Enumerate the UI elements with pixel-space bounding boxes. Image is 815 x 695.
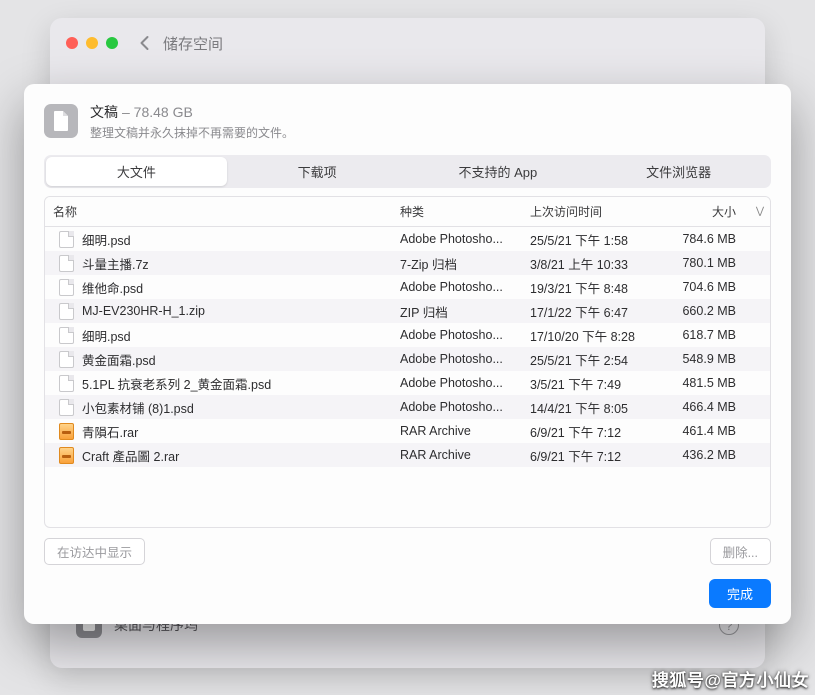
file-icon: [59, 447, 74, 464]
file-icon: [59, 399, 74, 416]
column-kind[interactable]: 种类: [392, 197, 522, 226]
file-icon: [59, 231, 74, 248]
window-title: 储存空间: [163, 33, 223, 54]
file-kind: Adobe Photosho...: [392, 322, 522, 348]
file-name: 青隕石.rar: [82, 422, 138, 441]
file-size: 660.2 MB: [662, 298, 750, 324]
close-window-button[interactable]: [66, 37, 78, 49]
file-icon: [59, 423, 74, 440]
tab-0[interactable]: 大文件: [46, 157, 227, 186]
file-size: 784.6 MB: [662, 227, 750, 252]
table-body: 细明.psdAdobe Photosho...25/5/21 下午 1:5878…: [45, 227, 770, 527]
file-kind: Adobe Photosho...: [392, 346, 522, 372]
file-name: 黄金面霜.psd: [82, 350, 156, 369]
column-size[interactable]: 大小: [662, 197, 750, 226]
document-icon: [44, 104, 78, 138]
dialog-subtitle: 整理文稿并永久抹掉不再需要的文件。: [90, 124, 294, 141]
file-size: 436.2 MB: [662, 442, 750, 468]
back-nav: 储存空间: [138, 33, 223, 54]
window-titlebar: 储存空间: [50, 18, 765, 68]
file-kind: RAR Archive: [392, 442, 522, 468]
file-name: 细明.psd: [82, 230, 131, 249]
file-size: 780.1 MB: [662, 250, 750, 276]
file-date: 6/9/21 下午 7:12: [522, 440, 662, 471]
file-name: MJ-EV230HR-H_1.zip: [82, 304, 205, 318]
file-size: 466.4 MB: [662, 394, 750, 420]
file-table: 名称 种类 上次访问时间 大小 ⋁ 细明.psd Adobe Photosho..…: [44, 196, 771, 528]
done-button[interactable]: 完成: [709, 579, 771, 608]
window-controls: [66, 37, 118, 49]
file-icon: [59, 279, 74, 296]
file-icon: [59, 303, 74, 320]
table-header: 名称 种类 上次访问时间 大小 ⋁: [45, 197, 770, 227]
file-name: 斗量主播.7z: [82, 254, 149, 273]
watermark: 搜狐号@官方小仙女: [652, 666, 809, 691]
dialog-size: – 78.48 GB: [122, 104, 193, 120]
show-in-finder-button[interactable]: 在访达中显示: [44, 538, 145, 565]
file-size: 461.4 MB: [662, 418, 750, 444]
file-size: 548.9 MB: [662, 346, 750, 372]
file-icon: [59, 255, 74, 272]
file-icon: [59, 375, 74, 392]
file-kind: Adobe Photosho...: [392, 394, 522, 420]
documents-storage-dialog: 文稿 – 78.48 GB 整理文稿并永久抹掉不再需要的文件。 大文件下载项不支…: [24, 84, 791, 624]
delete-button[interactable]: 删除...: [710, 538, 771, 565]
dialog-footer: 完成: [44, 579, 771, 608]
file-size: 618.7 MB: [662, 322, 750, 348]
dialog-title: 文稿: [90, 102, 118, 122]
file-name: 小包素材铺 (8)1.psd: [82, 398, 194, 417]
file-name: 5.1PL 抗衰老系列 2_黄金面霜.psd: [82, 374, 271, 393]
tab-bar: 大文件下载项不支持的 App文件浏览器: [44, 155, 771, 188]
tab-1[interactable]: 下载项: [227, 157, 408, 186]
file-size: 481.5 MB: [662, 370, 750, 396]
sort-indicator-icon[interactable]: ⋁: [750, 200, 770, 223]
file-size: 704.6 MB: [662, 274, 750, 300]
dialog-header: 文稿 – 78.48 GB 整理文稿并永久抹掉不再需要的文件。: [44, 102, 771, 141]
minimize-window-button[interactable]: [86, 37, 98, 49]
file-name: 细明.psd: [82, 326, 131, 345]
dialog-actions: 在访达中显示 删除...: [44, 538, 771, 565]
column-date[interactable]: 上次访问时间: [522, 197, 662, 226]
file-icon: [59, 327, 74, 344]
file-kind: RAR Archive: [392, 418, 522, 444]
file-icon: [59, 351, 74, 368]
tab-2[interactable]: 不支持的 App: [408, 157, 589, 186]
tab-3[interactable]: 文件浏览器: [588, 157, 769, 186]
fullscreen-window-button[interactable]: [106, 37, 118, 49]
file-kind: Adobe Photosho...: [392, 370, 522, 396]
table-row[interactable]: Craft 產品圖 2.rarRAR Archive6/9/21 下午 7:12…: [45, 443, 770, 467]
file-name: 维他命.psd: [82, 278, 143, 297]
back-chevron-icon[interactable]: [138, 35, 151, 51]
column-name[interactable]: 名称: [45, 197, 392, 226]
file-name: Craft 產品圖 2.rar: [82, 446, 179, 465]
